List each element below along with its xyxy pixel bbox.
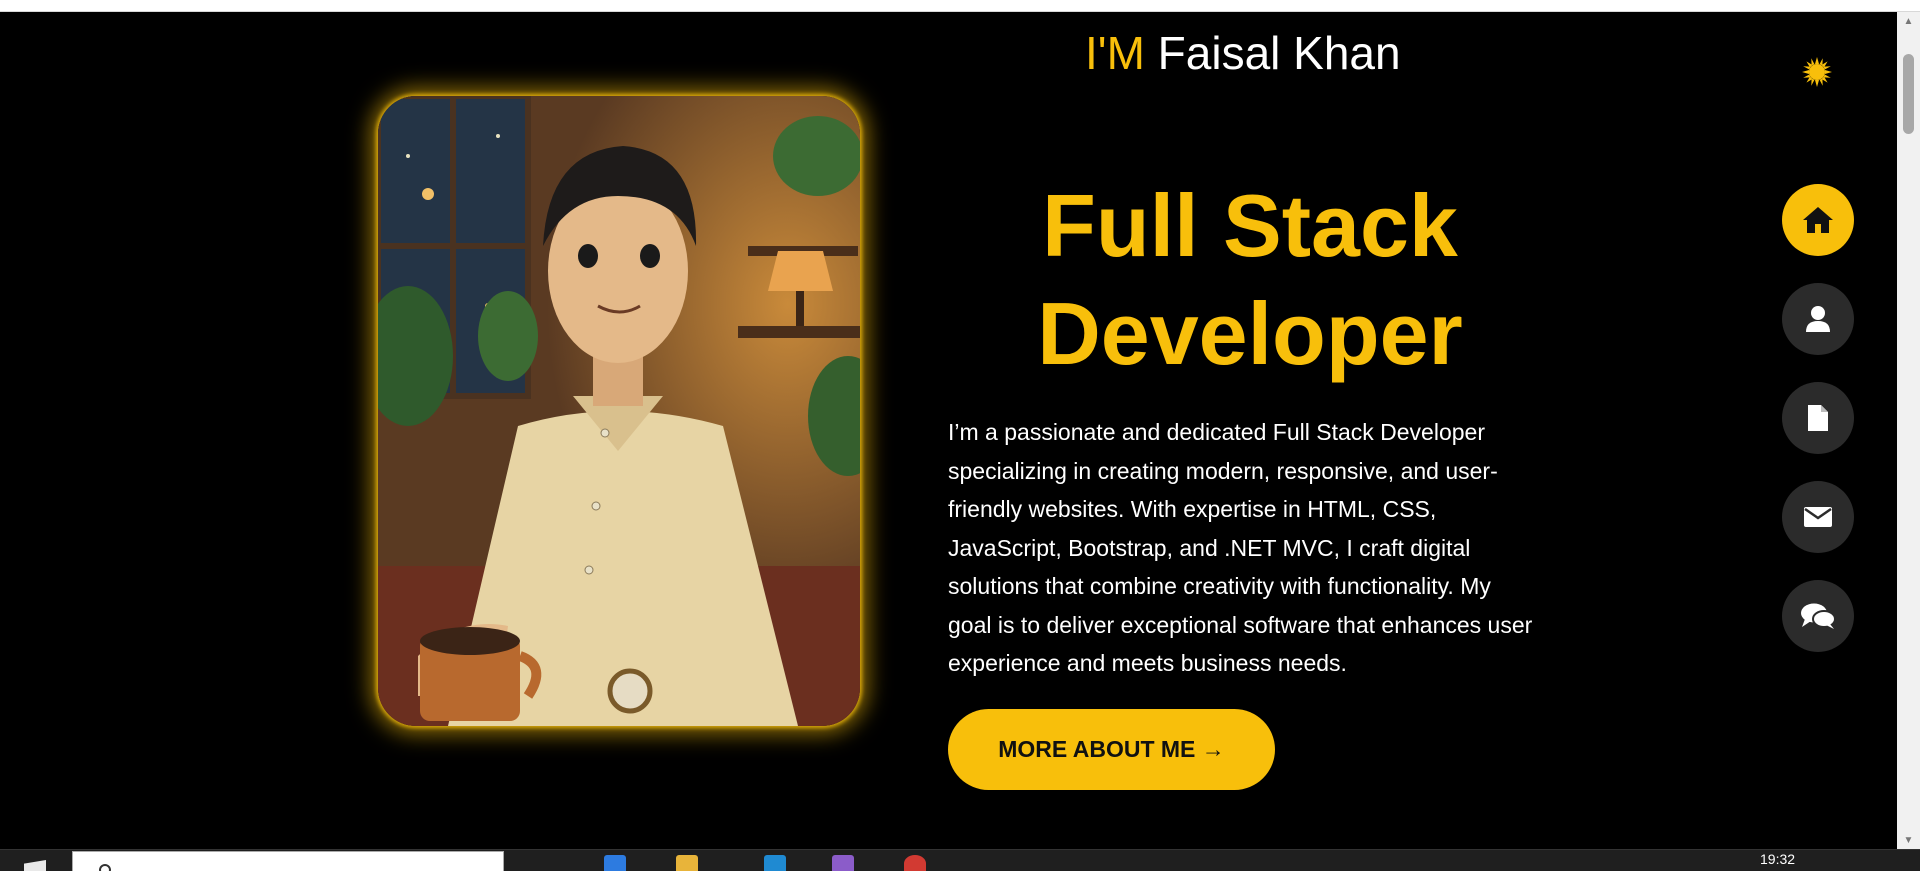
user-icon (1806, 306, 1830, 332)
theme-toggle-button[interactable] (1797, 52, 1837, 92)
search-icon (99, 864, 111, 871)
taskbar: 19:32 (0, 849, 1920, 871)
nav-chat-button[interactable] (1782, 580, 1854, 652)
name-heading: I'M Faisal Khan (1085, 26, 1401, 80)
job-title-line-1: Full Stack (1042, 176, 1458, 275)
nav-contact-button[interactable] (1782, 481, 1854, 553)
side-navigation (1782, 184, 1854, 679)
job-title-line-2: Developer (1037, 284, 1463, 383)
home-icon (1803, 207, 1833, 233)
start-windows-icon[interactable] (24, 860, 46, 871)
taskbar-chrome-icon[interactable] (904, 855, 926, 871)
scroll-up-arrow-icon[interactable]: ▲ (1897, 12, 1920, 30)
taskbar-edge-icon[interactable] (604, 855, 626, 871)
job-title: Full Stack Developer (940, 172, 1560, 388)
nav-about-button[interactable] (1782, 283, 1854, 355)
profile-portrait (378, 96, 860, 726)
taskbar-visual-studio-icon[interactable] (832, 855, 854, 871)
scroll-thumb[interactable] (1903, 54, 1914, 134)
page-scrollbar[interactable]: ▲ ▼ (1897, 12, 1920, 849)
taskbar-vscode-icon[interactable] (764, 855, 786, 871)
sun-icon (1802, 57, 1832, 87)
nav-home-button[interactable] (1782, 184, 1854, 256)
taskbar-clock[interactable]: 19:32 (1760, 851, 1795, 867)
document-icon (1808, 405, 1828, 431)
nav-resume-button[interactable] (1782, 382, 1854, 454)
name-prefix: I'M (1085, 27, 1145, 79)
chat-icon (1801, 603, 1836, 629)
browser-top-edge (0, 0, 1920, 12)
bio-paragraph: I’m a passionate and dedicated Full Stac… (948, 419, 1533, 676)
name-text: Faisal Khan (1157, 27, 1401, 79)
more-about-me-button[interactable]: MORE ABOUT ME → (948, 709, 1275, 790)
envelope-icon (1804, 507, 1832, 527)
taskbar-folder-icon[interactable] (676, 855, 698, 871)
taskbar-search-box[interactable] (72, 851, 504, 871)
scroll-down-arrow-icon[interactable]: ▼ (1897, 831, 1920, 849)
